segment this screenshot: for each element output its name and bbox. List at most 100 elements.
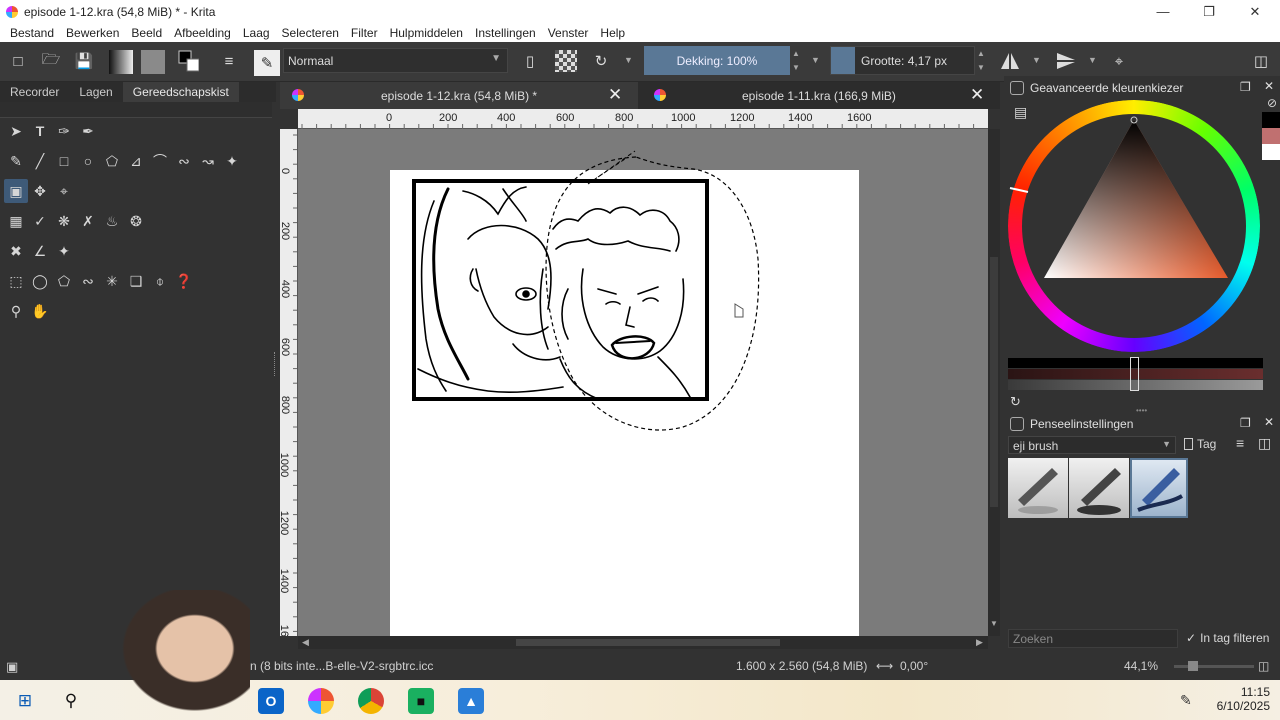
windows-start-icon[interactable]: ⊞ xyxy=(12,688,38,714)
fg-bg-color-icon[interactable] xyxy=(177,50,199,72)
rotation-value[interactable]: 0,00° xyxy=(900,659,928,673)
chrome-icon[interactable] xyxy=(358,688,384,714)
brush-tag-select[interactable]: eji brush ▼ xyxy=(1008,436,1176,454)
minimize-button[interactable]: — xyxy=(1140,0,1186,23)
transform-tool-icon[interactable]: ▣ xyxy=(4,179,28,203)
menu-instellingen[interactable]: Instellingen xyxy=(475,26,536,40)
color-history-swatch[interactable] xyxy=(1262,128,1280,144)
chevron-down-icon[interactable]: ▼ xyxy=(811,55,820,65)
rectangle-tool-icon[interactable]: □ xyxy=(52,149,76,173)
freehand-brush-tool-icon[interactable]: ✎ xyxy=(4,149,28,173)
rectangular-selection-icon[interactable]: ⬚ xyxy=(4,269,28,293)
restore-button[interactable]: ❐ xyxy=(1186,0,1232,23)
app-icon[interactable]: ■ xyxy=(408,688,434,714)
tab-gereedschapskist[interactable]: Gereedschapskist xyxy=(122,82,239,102)
tag-button[interactable]: Tag xyxy=(1184,437,1216,451)
zoom-tool-icon[interactable]: ⚲ xyxy=(4,299,28,323)
size-spinner[interactable]: ▲ ▼ xyxy=(975,46,987,75)
scroll-left-icon[interactable]: ◀ xyxy=(302,637,309,648)
elliptical-selection-icon[interactable]: ◯ xyxy=(28,269,52,293)
doc-tab[interactable]: episode 1-11.kra (166,9 MiB) ✕ xyxy=(642,82,1000,109)
size-slider[interactable]: Grootte: 4,17 px xyxy=(830,46,975,75)
text-tool-icon[interactable]: T xyxy=(28,119,52,143)
pen-icon[interactable]: ✎ xyxy=(1180,692,1192,709)
tab-lagen[interactable]: Lagen xyxy=(69,82,122,102)
brush-preset-tile[interactable] xyxy=(1008,458,1068,518)
lock-icon[interactable] xyxy=(1010,417,1024,431)
menu-hulpmiddelen[interactable]: Hulpmiddelen xyxy=(390,26,463,40)
move-tool-icon[interactable]: ✥ xyxy=(28,179,52,203)
mirror-vertical-icon[interactable] xyxy=(1055,50,1077,72)
shade-cursor[interactable] xyxy=(1130,357,1139,391)
doc-tab-active[interactable]: episode 1-12.kra (54,8 MiB) * ✕ xyxy=(280,82,638,109)
chevron-down-icon[interactable]: ▼ xyxy=(624,55,633,65)
line-tool-icon[interactable]: ╱ xyxy=(28,149,52,173)
photos-icon[interactable]: ▲ xyxy=(458,688,484,714)
workspace-icon[interactable]: ◫ xyxy=(1250,50,1272,72)
calligraphy-tool-icon[interactable]: ✒ xyxy=(76,119,100,143)
chevron-down-icon[interactable]: ▼ xyxy=(1032,55,1041,65)
brush-preset-tile-selected[interactable] xyxy=(1130,458,1188,518)
outlook-icon[interactable]: O xyxy=(258,688,284,714)
polygonal-selection-icon[interactable]: ⬠ xyxy=(52,269,76,293)
menu-venster[interactable]: Venster xyxy=(548,26,589,40)
tab-recorder[interactable]: Recorder xyxy=(0,82,69,102)
fill-tool-icon[interactable]: ♨ xyxy=(100,209,124,233)
refresh-icon[interactable]: ↻ xyxy=(1010,394,1021,410)
close-tab-icon[interactable]: ✕ xyxy=(970,85,984,105)
menu-icon[interactable]: ≡ xyxy=(1236,435,1244,451)
scroll-down-icon[interactable]: ▼ xyxy=(990,619,998,628)
pattern-selector-icon[interactable] xyxy=(141,50,165,74)
canvas-area[interactable] xyxy=(298,129,988,636)
opacity-spinner[interactable]: ▲ ▼ xyxy=(790,46,802,75)
colorize-mask-tool-icon[interactable]: ❋ xyxy=(52,209,76,233)
smart-patch-tool-icon[interactable]: ✗ xyxy=(76,209,100,233)
menu-beeld[interactable]: Beeld xyxy=(131,26,162,40)
clock[interactable]: 11:15 6/10/2025 xyxy=(1210,685,1270,713)
reload-preset-icon[interactable]: ↻ xyxy=(590,50,612,72)
open-folder-icon[interactable]: 🗁 xyxy=(40,50,62,72)
docker-splitter[interactable] xyxy=(274,352,276,376)
crop-tool-icon[interactable]: ⌖ xyxy=(52,179,76,203)
select-shapes-tool-icon[interactable]: ➤ xyxy=(4,119,28,143)
brush-search-input[interactable]: Zoeken xyxy=(1008,629,1178,648)
menu-bestand[interactable]: Bestand xyxy=(10,26,54,40)
ellipse-tool-icon[interactable]: ○ xyxy=(76,149,100,173)
magnetic-selection-icon[interactable]: ❓ xyxy=(172,269,196,293)
contiguous-selection-icon[interactable]: ✳ xyxy=(100,269,124,293)
wrap-around-icon[interactable]: ⌖ xyxy=(1108,50,1130,72)
brush-preset-tile[interactable] xyxy=(1069,458,1129,518)
gradient-tool-icon[interactable]: ▦ xyxy=(4,209,28,233)
similar-color-selection-icon[interactable]: ❑ xyxy=(124,269,148,293)
menu-help[interactable]: Help xyxy=(600,26,625,40)
assistant-tool-icon[interactable]: ✖ xyxy=(4,239,28,263)
image-dimensions[interactable]: 1.600 x 2.560 (54,8 MiB) xyxy=(736,659,867,673)
menu-bewerken[interactable]: Bewerken xyxy=(66,26,119,40)
close-window-button[interactable]: ✕ xyxy=(1232,0,1278,23)
horizontal-scrollbar[interactable]: ◀ ▶ xyxy=(298,636,988,649)
brush-preset-icon[interactable]: ✎ xyxy=(254,50,280,76)
vertical-scroll-thumb[interactable] xyxy=(990,257,998,507)
bezier-tool-icon[interactable]: ⌒ xyxy=(148,149,172,173)
bezier-selection-icon[interactable]: ⌽ xyxy=(148,269,172,293)
horizontal-scroll-thumb[interactable] xyxy=(516,639,780,646)
fg-color-swatch[interactable] xyxy=(1262,112,1280,128)
new-document-icon[interactable]: □ xyxy=(7,50,29,72)
dynamic-brush-tool-icon[interactable]: ↝ xyxy=(196,149,220,173)
fit-screen-icon[interactable]: ◫ xyxy=(1258,659,1269,673)
close-docker-icon[interactable]: ✕ xyxy=(1264,415,1274,429)
freehand-selection-icon[interactable]: ∾ xyxy=(76,269,100,293)
blend-mode-select[interactable]: Normaal ▼ xyxy=(283,48,508,73)
zoom-slider[interactable] xyxy=(1174,665,1254,668)
tag-filter-checkbox[interactable]: ✓ In tag filteren xyxy=(1186,631,1269,645)
bg-color-swatch[interactable] xyxy=(1262,144,1280,160)
save-icon[interactable]: 💾 xyxy=(73,50,95,72)
enclose-fill-tool-icon[interactable]: ❂ xyxy=(124,209,148,233)
pan-tool-icon[interactable]: ✋ xyxy=(28,299,52,323)
gradient-selector-icon[interactable] xyxy=(109,50,133,74)
view-mode-icon[interactable]: ◫ xyxy=(1258,435,1271,452)
zoom-level[interactable]: 44,1% xyxy=(1124,659,1158,673)
mirror-horizontal-icon[interactable] xyxy=(999,50,1021,72)
polyline-tool-icon[interactable]: ⊿ xyxy=(124,149,148,173)
float-docker-icon[interactable]: ❐ xyxy=(1240,416,1251,430)
